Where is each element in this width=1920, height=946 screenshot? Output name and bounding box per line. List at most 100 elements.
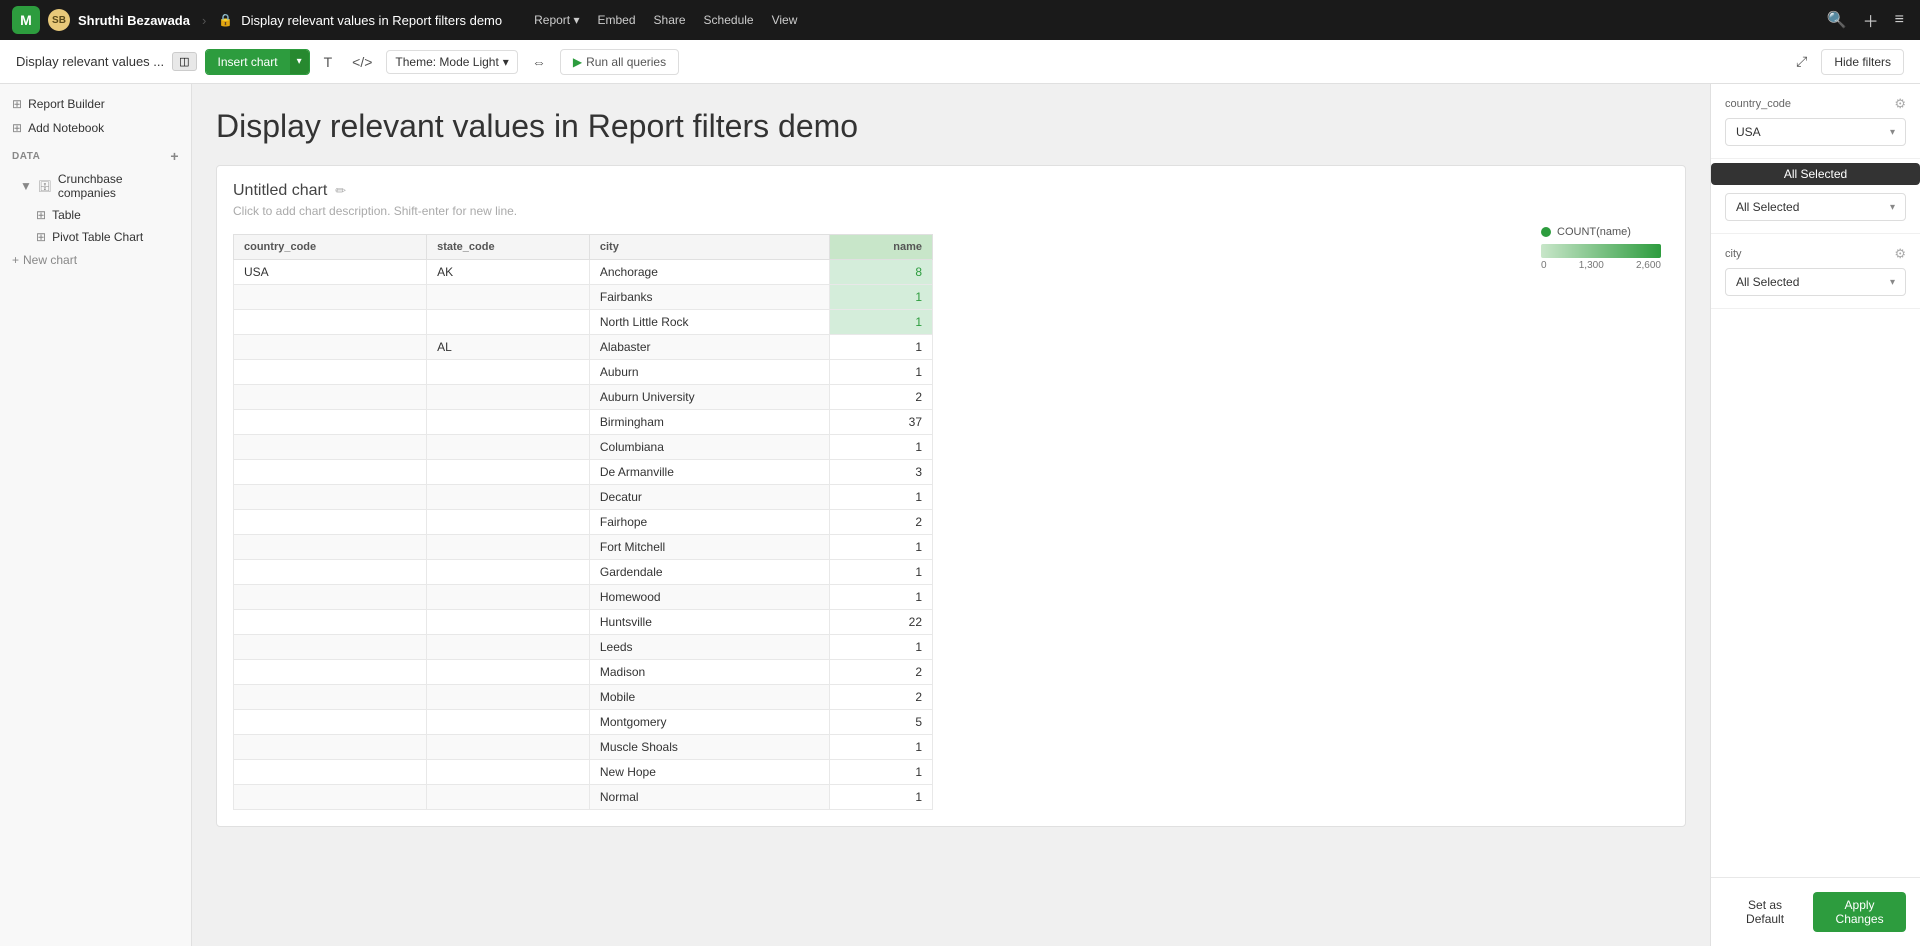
run-label: Run all queries [586, 55, 666, 69]
cell-city: North Little Rock [589, 310, 829, 335]
filter-city-label-row: city ⚙ [1725, 246, 1906, 262]
table-row: Montgomery 5 [234, 710, 933, 735]
filter-country_code-gear[interactable]: ⚙ [1894, 96, 1906, 112]
cell-name: 8 [829, 260, 932, 285]
chart-title-row: Untitled chart ✏ [233, 182, 1669, 200]
col-state_code: state_code [427, 235, 590, 260]
cell-city: Birmingham [589, 410, 829, 435]
code-button[interactable]: </> [346, 50, 378, 74]
add-icon[interactable]: ＋ [1859, 4, 1883, 36]
run-queries-button[interactable]: ▶ Run all queries [560, 49, 679, 75]
sidebar: ⊞ Report Builder ⊞ Add Notebook DATA + ▼… [0, 84, 192, 946]
apply-changes-button[interactable]: Apply Changes [1813, 892, 1906, 932]
table-row: Mobile 2 [234, 685, 933, 710]
pivot-table: country_code state_code city name USA AK… [233, 234, 933, 810]
toolbar: Display relevant values ... ◫ Insert cha… [0, 40, 1920, 84]
sidebar-item-add-notebook[interactable]: ⊞ Add Notebook [0, 116, 191, 140]
legend-max: 2,600 [1636, 260, 1661, 271]
cell-state_code [427, 385, 590, 410]
menu-icon[interactable]: ≡ [1891, 7, 1908, 33]
legend-labels: 0 1,300 2,600 [1541, 260, 1661, 271]
chart-edit-icon[interactable]: ✏ [335, 183, 346, 199]
hide-filters-button[interactable]: Hide filters [1821, 49, 1904, 75]
sidebar-report-builder-label: Report Builder [28, 97, 105, 111]
cell-country_code [234, 735, 427, 760]
toolbar-doc-title: Display relevant values ... [16, 54, 164, 69]
table-body: USA AK Anchorage 8 Fairbanks 1 North Lit… [234, 260, 933, 810]
cell-state_code [427, 410, 590, 435]
table-row: Madison 2 [234, 660, 933, 685]
cell-state_code [427, 510, 590, 535]
add-data-icon[interactable]: + [170, 148, 179, 164]
filter-actions: Set as Default Apply Changes [1711, 877, 1920, 946]
sidebar-sub-items: ⊞ Table ⊞ Pivot Table Chart [8, 204, 191, 248]
cell-state_code [427, 585, 590, 610]
set-default-button[interactable]: Set as Default [1725, 892, 1805, 932]
chart-title[interactable]: Untitled chart [233, 182, 327, 200]
cell-country_code [234, 510, 427, 535]
table-icon: ⊞ [36, 208, 46, 222]
connector-button[interactable]: ⇔ [526, 50, 552, 74]
table-row: Fort Mitchell 1 [234, 535, 933, 560]
cell-city: Homewood [589, 585, 829, 610]
report-title-topbar: Display relevant values in Report filter… [241, 13, 502, 28]
filter-country_code-label-row: country_code ⚙ [1725, 96, 1906, 112]
chart-description[interactable]: Click to add chart description. Shift-en… [233, 204, 1669, 218]
table-row: Homewood 1 [234, 585, 933, 610]
cell-name: 1 [829, 335, 932, 360]
theme-selector[interactable]: Theme: Mode Light ▾ [386, 50, 517, 74]
cell-name: 1 [829, 560, 932, 585]
cell-state_code [427, 685, 590, 710]
cell-state_code [427, 310, 590, 335]
cell-country_code [234, 385, 427, 410]
filter-city-value: All Selected [1736, 275, 1799, 289]
filter-city: city ⚙ All Selected ▾ [1711, 234, 1920, 309]
cell-city: Fairbanks [589, 285, 829, 310]
search-icon[interactable]: 🔍 [1823, 6, 1851, 34]
table-header: country_code state_code city name [234, 235, 933, 260]
sidebar-tree: ▼ 🗄 Crunchbase companies ⊞ Table ⊞ Pivot… [0, 168, 191, 248]
text-button[interactable]: T [318, 50, 339, 74]
nav-report[interactable]: Report ▾ [526, 9, 587, 31]
filter-spacer [1711, 309, 1920, 877]
table-row: Normal 1 [234, 785, 933, 810]
cell-state_code [427, 485, 590, 510]
cell-city: Alabaster [589, 335, 829, 360]
cell-country_code [234, 610, 427, 635]
cell-state_code: AL [427, 335, 590, 360]
cell-name: 5 [829, 710, 932, 735]
filter-city-gear[interactable]: ⚙ [1894, 246, 1906, 262]
cell-city: Normal [589, 785, 829, 810]
cell-country_code [234, 285, 427, 310]
sidebar-item-table[interactable]: ⊞ Table [24, 204, 191, 226]
data-label: DATA [12, 151, 40, 162]
state-code-tooltip: All Selected [1711, 163, 1920, 185]
filter-country_code-dropdown[interactable]: USA ▾ [1725, 118, 1906, 146]
chart-container: Untitled chart ✏ Click to add chart desc… [216, 165, 1686, 827]
cell-name: 1 [829, 310, 932, 335]
cell-city: Fort Mitchell [589, 535, 829, 560]
sidebar-item-report-builder[interactable]: ⊞ Report Builder [0, 92, 191, 116]
notebook-icon: ⊞ [12, 121, 22, 135]
filter-state_code-dropdown[interactable]: All Selected ▾ [1725, 193, 1906, 221]
insert-chart-dropdown[interactable]: ▾ [290, 50, 309, 74]
sidebar-item-pivot[interactable]: ⊞ Pivot Table Chart [24, 226, 191, 248]
sidebar-item-crunchbase[interactable]: ▼ 🗄 Crunchbase companies [8, 168, 191, 204]
breadcrumb-icon[interactable]: ◫ [172, 52, 196, 71]
col-city: city [589, 235, 829, 260]
cell-state_code [427, 435, 590, 460]
theme-label: Theme: Mode Light [395, 55, 498, 69]
cell-city: Mobile [589, 685, 829, 710]
nav-share[interactable]: Share [646, 9, 694, 31]
sidebar-add-chart[interactable]: + New chart [0, 248, 191, 272]
filter-state_code-value: All Selected [1736, 200, 1799, 214]
cell-state_code [427, 360, 590, 385]
table-row: Auburn 1 [234, 360, 933, 385]
nav-embed[interactable]: Embed [589, 9, 643, 31]
nav-schedule[interactable]: Schedule [696, 9, 762, 31]
expand-icon[interactable]: ⤢ [1790, 49, 1813, 74]
insert-chart-button[interactable]: Insert chart [206, 50, 290, 74]
filter-city-dropdown[interactable]: All Selected ▾ [1725, 268, 1906, 296]
nav-view[interactable]: View [764, 9, 806, 31]
cell-name: 2 [829, 385, 932, 410]
